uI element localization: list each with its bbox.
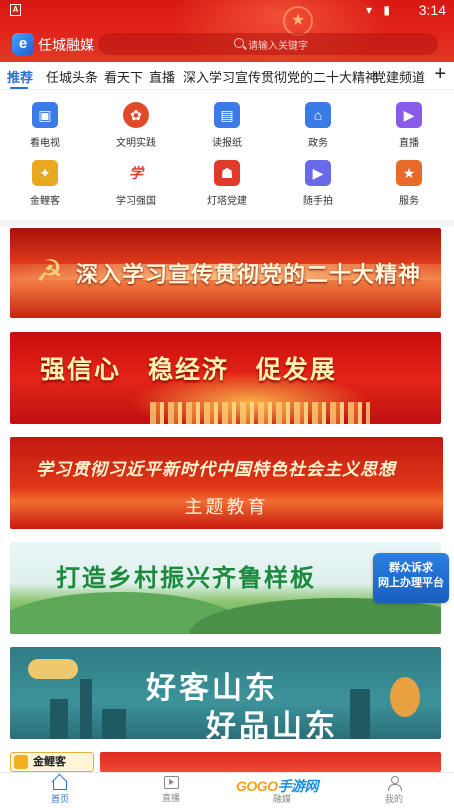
- app-name: 任城融媒: [38, 37, 94, 53]
- app-logo: e: [12, 33, 34, 55]
- watermark-logo: GOGO手游网: [236, 776, 326, 804]
- tab-party-building[interactable]: 党建频道: [373, 67, 425, 86]
- service-icon: ★: [396, 160, 422, 186]
- grid-item-tv[interactable]: ▣ 看电视: [5, 102, 85, 158]
- nav-label: 直播: [161, 793, 180, 803]
- xuexi-icon: 学: [123, 160, 149, 186]
- quick-access-grid: ▣ 看电视 ✿ 文明实践 ▤ 读报纸 ⌂ 政务 ▶ 直播 ✦ 金鲤客 学 学习强…: [0, 98, 454, 218]
- status-bar: A ▾ ▮ 3:14: [0, 0, 454, 22]
- banner-title: 打造乡村振兴齐鲁样板: [56, 565, 316, 592]
- home-icon: [52, 776, 68, 790]
- bottom-navigation: 首页 直播 融媒 我的: [0, 772, 454, 808]
- tab-recommend[interactable]: 推荐: [7, 67, 33, 86]
- grid-item-label: 文明实践: [116, 138, 156, 149]
- banner-subtitle: 主题教育: [184, 497, 269, 517]
- building: [350, 689, 370, 739]
- grid-item-xuexi[interactable]: 学 学习强国: [96, 160, 176, 216]
- nav-label: 首页: [50, 794, 69, 804]
- section-divider: [0, 220, 454, 226]
- building: [80, 679, 92, 739]
- user-icon: [387, 776, 402, 791]
- banner-title: 学习贯彻习近平新时代中国特色社会主义思想: [36, 460, 396, 479]
- status-icons: ▾ ▮: [366, 3, 394, 17]
- notification-icon: A: [10, 4, 21, 16]
- tab-rencheng-headlines[interactable]: 任城头条: [46, 67, 98, 86]
- banner-hospitable-shandong[interactable]: 好客山东 好品山东: [10, 647, 441, 739]
- float-line-1: 群众诉求: [389, 562, 433, 574]
- jinlike-logo[interactable]: 金鲤客: [10, 752, 94, 772]
- tab-world[interactable]: 看天下: [104, 67, 143, 86]
- carp-icon: ✦: [32, 160, 58, 186]
- banner-theme-education[interactable]: 学习贯彻习近平新时代中国特色社会主义思想 主题教育: [10, 437, 443, 529]
- camera-icon: ▶: [305, 160, 331, 186]
- grid-item-label: 读报纸: [212, 138, 242, 149]
- grid-item-live[interactable]: ▶ 直播: [369, 102, 449, 158]
- grid-item-label: 服务: [399, 196, 419, 207]
- tv-icon: ▣: [32, 102, 58, 128]
- search-icon: [234, 38, 244, 48]
- watermark-text-a: GOGO: [236, 778, 278, 794]
- grid-item-label: 灯塔党建: [207, 196, 247, 207]
- cloud-ornament: [28, 659, 78, 679]
- live-icon: [163, 776, 179, 789]
- header: ★ A ▾ ▮ 3:14 e 任城融媒 请输入关键字: [0, 0, 454, 62]
- banner-confidence-economy[interactable]: 强信心 稳经济 促发展: [10, 332, 441, 424]
- grid-item-lighthouse[interactable]: ☗ 灯塔党建: [187, 160, 267, 216]
- public-appeal-float-button[interactable]: 群众诉求 网上办理平台: [373, 553, 449, 603]
- grid-item-civilization[interactable]: ✿ 文明实践: [96, 102, 176, 158]
- channel-tabs: 推荐 任城头条 看天下 直播 深入学习宣传贯彻党的二十大精神 党建频道 +: [0, 62, 454, 90]
- status-time: 3:14: [418, 2, 446, 18]
- grid-item-label: 金鲤客: [30, 196, 60, 207]
- video-icon: ▶: [396, 102, 422, 128]
- government-building-icon: ⌂: [305, 102, 331, 128]
- float-line-2: 网上办理平台: [378, 577, 444, 589]
- grid-item-snapshot[interactable]: ▶ 随手拍: [278, 160, 358, 216]
- add-channel-icon[interactable]: +: [434, 63, 446, 86]
- nav-live[interactable]: 直播: [141, 776, 201, 804]
- tab-live[interactable]: 直播: [149, 67, 175, 86]
- grid-item-label: 学习强国: [116, 196, 156, 207]
- building: [50, 699, 68, 739]
- city-skyline: [150, 402, 370, 424]
- lighthouse-icon: ☗: [214, 160, 240, 186]
- banner-twentieth-congress[interactable]: ☭ 深入学习宣传贯彻党的二十大精神: [10, 228, 441, 318]
- hill: [190, 598, 441, 634]
- grid-item-service[interactable]: ★ 服务: [369, 160, 449, 216]
- grid-item-government[interactable]: ⌂ 政务: [278, 102, 358, 158]
- grid-item-newspaper[interactable]: ▤ 读报纸: [187, 102, 267, 158]
- search-bar[interactable]: 请输入关键字: [98, 33, 438, 55]
- nav-label: 我的: [384, 794, 403, 804]
- building: [102, 709, 126, 739]
- banner-title: 强信心 稳经济 促发展: [40, 356, 337, 384]
- grid-item-label: 看电视: [30, 138, 60, 149]
- banner-subtitle: 好品山东: [206, 710, 338, 739]
- lantern-ornament: [390, 677, 420, 717]
- newspaper-icon: ▤: [214, 102, 240, 128]
- flower-icon: ✿: [123, 102, 149, 128]
- tab-twentieth-congress[interactable]: 深入学习宣传贯彻党的二十大精神: [183, 67, 378, 86]
- nav-home[interactable]: 首页: [30, 776, 90, 805]
- grid-item-label: 政务: [308, 138, 328, 149]
- banner-partial[interactable]: [100, 752, 441, 772]
- banner-title: 深入学习宣传贯彻党的二十大精神: [76, 262, 422, 287]
- grid-item-jinlike[interactable]: ✦ 金鲤客: [5, 160, 85, 216]
- grid-item-label: 随手拍: [303, 196, 333, 207]
- search-placeholder[interactable]: 请输入关键字: [248, 37, 308, 52]
- watermark-text-b: 手游网: [277, 778, 319, 794]
- grid-item-label: 直播: [399, 138, 419, 149]
- nav-mine[interactable]: 我的: [364, 776, 424, 805]
- party-emblem-icon: ☭: [36, 255, 63, 288]
- active-tab-indicator: [10, 87, 28, 89]
